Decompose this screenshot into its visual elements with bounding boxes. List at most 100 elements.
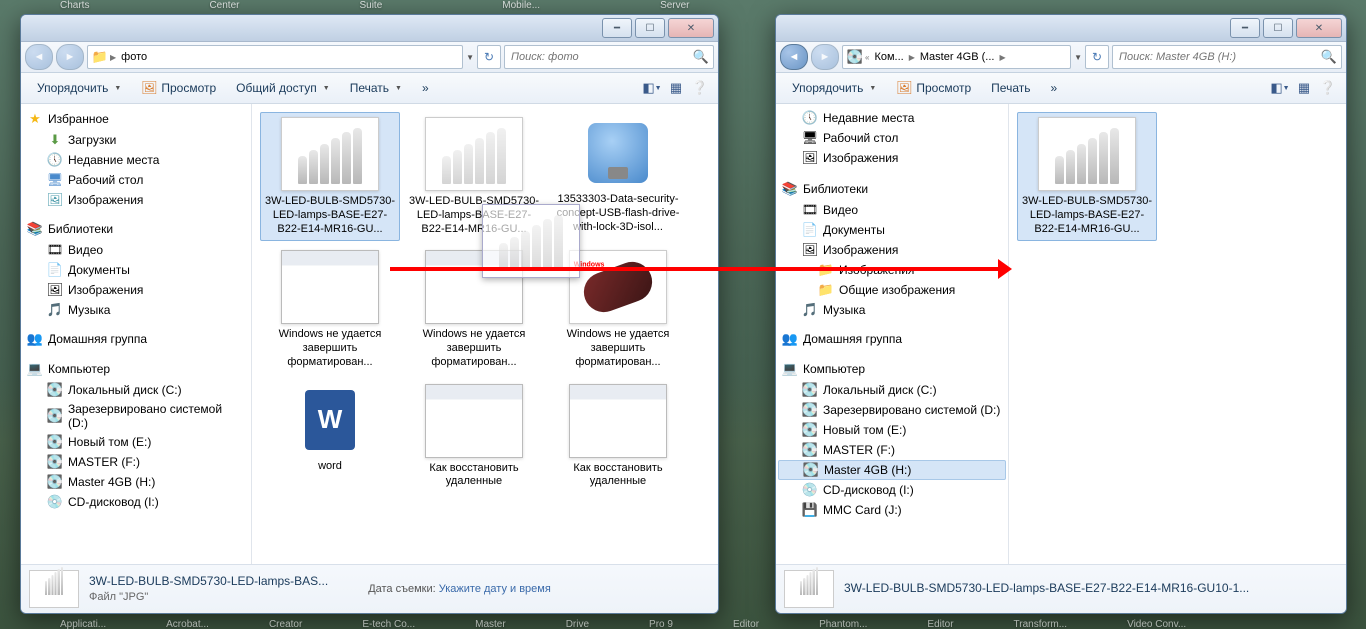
nav-drive-e[interactable]: 💽Новый том (E:) bbox=[776, 420, 1008, 440]
nav-pane[interactable]: ★Избранное ⬇Загрузки 🕔Недавние места 🖥Ра… bbox=[21, 104, 252, 564]
nav-homegroup[interactable]: 👥Домашняя группа bbox=[21, 328, 251, 350]
preview-pane-icon[interactable]: ▦ bbox=[1294, 78, 1314, 98]
toolbar: Упорядочить▼ 🖼Просмотр Общий доступ▼ Печ… bbox=[21, 73, 718, 104]
nav-libraries[interactable]: 📚Библиотеки bbox=[776, 178, 1008, 200]
titlebar[interactable]: ━ ☐ ✕ bbox=[21, 15, 718, 42]
file-item[interactable]: 13533303-Data-security-concept-USB-flash… bbox=[548, 112, 688, 241]
details-filename: 3W-LED-BULB-SMD5730-LED-lamps-BAS... bbox=[89, 574, 328, 590]
view-options-icon[interactable]: ◧▼ bbox=[1270, 78, 1290, 98]
nav-desktop[interactable]: 🖥Рабочий стол bbox=[21, 170, 251, 190]
help-icon[interactable]: ❔ bbox=[1318, 78, 1338, 98]
search-icon: 🔍 bbox=[693, 49, 709, 65]
file-item[interactable]: 3W-LED-BULB-SMD5730-LED-lamps-BASE-E27-B… bbox=[260, 112, 400, 241]
nav-drive-d[interactable]: 💽Зарезервировано системой (D:) bbox=[21, 400, 251, 432]
file-item[interactable]: Windows не удается завершить форматирова… bbox=[260, 245, 400, 374]
help-icon[interactable]: ❔ bbox=[690, 78, 710, 98]
file-item[interactable]: Windows не удается завершить форматирова… bbox=[404, 245, 544, 374]
breadcrumb-seg[interactable]: Ком... bbox=[871, 51, 906, 63]
nav-libraries[interactable]: 📚Библиотеки bbox=[21, 218, 251, 240]
nav-desktop[interactable]: 🖥Рабочий стол bbox=[776, 128, 1008, 148]
nav-recent[interactable]: 🕔Недавние места bbox=[776, 108, 1008, 128]
refresh-button[interactable]: ↻ bbox=[477, 45, 501, 69]
address-bar: ◄ ► 💽 « Ком...▶ Master 4GB (...▶ ▼ ↻ 🔍 bbox=[776, 42, 1346, 73]
nav-pictures-lib[interactable]: 🖼Изображения bbox=[776, 240, 1008, 260]
nav-computer[interactable]: 💻Компьютер bbox=[21, 358, 251, 380]
nav-drive-d[interactable]: 💽Зарезервировано системой (D:) bbox=[776, 400, 1008, 420]
organize-button[interactable]: Упорядочить▼ bbox=[784, 78, 884, 98]
details-pane: 3W-LED-BULB-SMD5730-LED-lamps-BAS... Фай… bbox=[21, 564, 718, 613]
burn-button[interactable]: » bbox=[414, 78, 437, 98]
details-filename: 3W-LED-BULB-SMD5730-LED-lamps-BASE-E27-B… bbox=[844, 581, 1249, 597]
nav-pictures[interactable]: 🖼Изображения bbox=[776, 148, 1008, 168]
nav-drive-f[interactable]: 💽MASTER (F:) bbox=[776, 440, 1008, 460]
nav-drive-i[interactable]: 💿CD-дисковод (I:) bbox=[776, 480, 1008, 500]
nav-music[interactable]: 🎵Музыка bbox=[21, 300, 251, 320]
nav-music[interactable]: 🎵Музыка bbox=[776, 300, 1008, 320]
nav-drive-j[interactable]: 💾MMC Card (J:) bbox=[776, 500, 1008, 520]
nav-documents[interactable]: 📄Документы bbox=[21, 260, 251, 280]
breadcrumb-seg[interactable]: фото bbox=[118, 51, 150, 63]
search-box[interactable]: 🔍 bbox=[504, 45, 714, 69]
toolbar: Упорядочить▼ 🖼Просмотр Печать » ◧▼ ▦ ❔ bbox=[776, 73, 1346, 104]
nav-recent[interactable]: 🕔Недавние места bbox=[21, 150, 251, 170]
print-button[interactable]: Печать bbox=[983, 78, 1038, 98]
nav-public-pictures[interactable]: 📁Общие изображения bbox=[776, 280, 1008, 300]
maximize-button[interactable]: ☐ bbox=[1263, 18, 1293, 38]
explorer-window-foto: ━ ☐ ✕ ◄ ► 📁 ▶ фото ▼ ↻ 🔍 Упорядочить▼ 🖼П… bbox=[20, 14, 719, 614]
view-options-icon[interactable]: ◧▼ bbox=[642, 78, 662, 98]
nav-forward-button[interactable]: ► bbox=[56, 44, 84, 70]
nav-drive-c[interactable]: 💽Локальный диск (C:) bbox=[776, 380, 1008, 400]
search-input[interactable] bbox=[1117, 50, 1321, 64]
organize-button[interactable]: Упорядочить▼ bbox=[29, 78, 129, 98]
maximize-button[interactable]: ☐ bbox=[635, 18, 665, 38]
file-list[interactable]: 3W-LED-BULB-SMD5730-LED-lamps-BASE-E27-B… bbox=[1009, 104, 1346, 564]
file-item[interactable]: 3W-LED-BULB-SMD5730-LED-lamps-BASE-E27-B… bbox=[1017, 112, 1157, 241]
nav-computer[interactable]: 💻Компьютер bbox=[776, 358, 1008, 380]
preview-button[interactable]: 🖼Просмотр bbox=[133, 77, 224, 99]
nav-pictures[interactable]: 🖼Изображения bbox=[21, 190, 251, 210]
nav-favorites[interactable]: ★Избранное bbox=[21, 108, 251, 130]
print-button[interactable]: Печать▼ bbox=[342, 78, 410, 98]
nav-drive-h[interactable]: 💽Master 4GB (H:) bbox=[21, 472, 251, 492]
nav-homegroup[interactable]: 👥Домашняя группа bbox=[776, 328, 1008, 350]
nav-forward-button[interactable]: ► bbox=[811, 44, 839, 70]
nav-pane[interactable]: 🕔Недавние места 🖥Рабочий стол 🖼Изображен… bbox=[776, 104, 1009, 564]
file-item[interactable]: Как восстановить удаленные bbox=[404, 379, 544, 495]
minimize-button[interactable]: ━ bbox=[602, 18, 632, 38]
nav-pictures-lib[interactable]: 🖼Изображения bbox=[21, 280, 251, 300]
breadcrumb[interactable]: 💽 « Ком...▶ Master 4GB (...▶ bbox=[842, 45, 1071, 69]
file-item[interactable]: Windows не удается завершить форматирова… bbox=[548, 245, 688, 374]
preview-pane-icon[interactable]: ▦ bbox=[666, 78, 686, 98]
nav-downloads[interactable]: ⬇Загрузки bbox=[21, 130, 251, 150]
refresh-button[interactable]: ↻ bbox=[1085, 45, 1109, 69]
drag-arrow-annotation bbox=[390, 267, 1000, 271]
nav-drive-i[interactable]: 💿CD-дисковод (I:) bbox=[21, 492, 251, 512]
nav-drive-f[interactable]: 💽MASTER (F:) bbox=[21, 452, 251, 472]
nav-drive-c[interactable]: 💽Локальный диск (C:) bbox=[21, 380, 251, 400]
search-input[interactable] bbox=[509, 50, 693, 64]
share-button[interactable]: Общий доступ▼ bbox=[228, 78, 338, 98]
file-list[interactable]: 3W-LED-BULB-SMD5730-LED-lamps-BASE-E27-B… bbox=[252, 104, 718, 564]
breadcrumb-seg[interactable]: Master 4GB (... bbox=[917, 51, 998, 63]
file-item[interactable]: Как восстановить удаленные bbox=[548, 379, 688, 495]
nav-videos[interactable]: 🎞Видео bbox=[21, 240, 251, 260]
breadcrumb[interactable]: 📁 ▶ фото bbox=[87, 45, 463, 69]
nav-drive-e[interactable]: 💽Новый том (E:) bbox=[21, 432, 251, 452]
nav-videos[interactable]: 🎞Видео bbox=[776, 200, 1008, 220]
drive-icon: 💽 bbox=[847, 49, 863, 65]
close-button[interactable]: ✕ bbox=[1296, 18, 1342, 38]
file-item[interactable]: 3W-LED-BULB-SMD5730-LED-lamps-BASE-E27-B… bbox=[404, 112, 544, 241]
preview-button[interactable]: 🖼Просмотр bbox=[888, 77, 979, 99]
explorer-window-master4gb: ━ ☐ ✕ ◄ ► 💽 « Ком...▶ Master 4GB (...▶ ▼… bbox=[775, 14, 1347, 614]
details-date-field[interactable]: Укажите дату и время bbox=[439, 583, 551, 595]
close-button[interactable]: ✕ bbox=[668, 18, 714, 38]
nav-documents[interactable]: 📄Документы bbox=[776, 220, 1008, 240]
nav-back-button[interactable]: ◄ bbox=[25, 44, 53, 70]
search-box[interactable]: 🔍 bbox=[1112, 45, 1342, 69]
file-item[interactable]: Wword bbox=[260, 379, 400, 495]
nav-drive-h[interactable]: 💽Master 4GB (H:) bbox=[778, 460, 1006, 480]
minimize-button[interactable]: ━ bbox=[1230, 18, 1260, 38]
titlebar[interactable]: ━ ☐ ✕ bbox=[776, 15, 1346, 42]
nav-back-button[interactable]: ◄ bbox=[780, 44, 808, 70]
more-button[interactable]: » bbox=[1042, 78, 1065, 98]
